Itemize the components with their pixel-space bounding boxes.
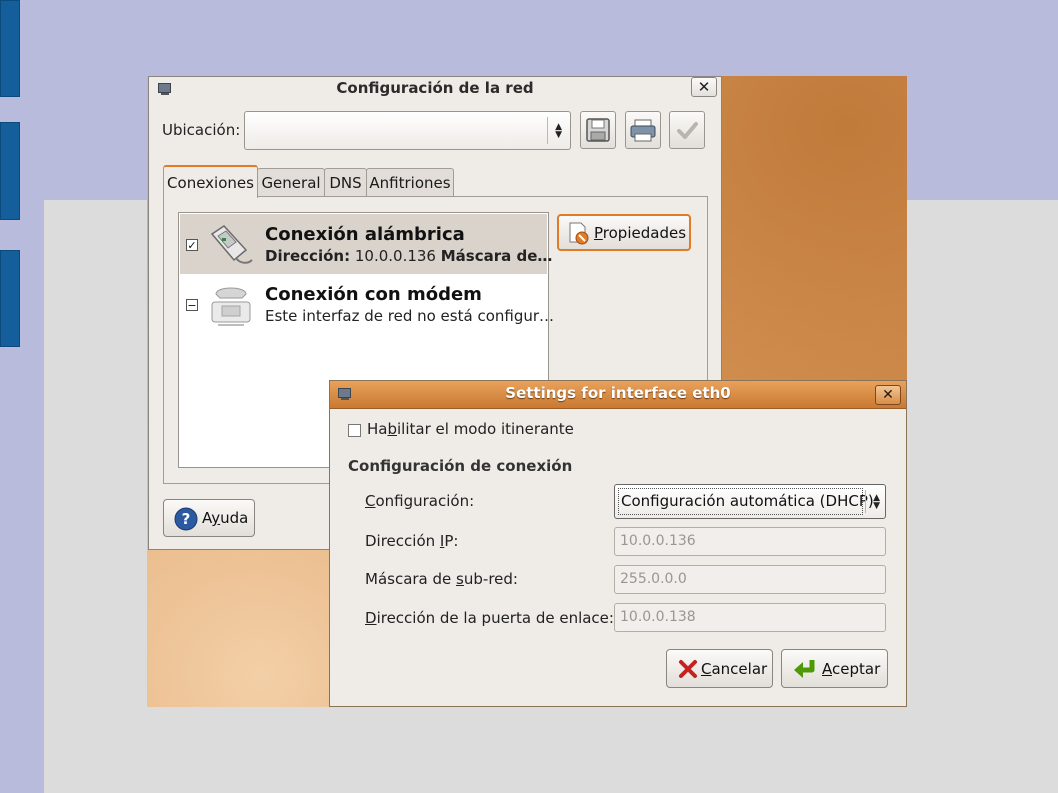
accept-button[interactable]: Aceptar xyxy=(781,649,888,688)
config-method-value: Configuración automática (DHCP) xyxy=(621,492,874,510)
subnet-mask-field[interactable]: 255.0.0.0 xyxy=(614,565,886,594)
detail-extra: Máscara de… xyxy=(440,247,553,265)
tab-dns[interactable]: DNS xyxy=(324,168,367,197)
config-label: Configuración: xyxy=(365,492,475,510)
dialog-title-bar: Settings for interface eth0 ✕ xyxy=(330,381,906,409)
close-icon[interactable]: ✕ xyxy=(875,385,901,405)
detail-ip: 10.0.0.136 xyxy=(354,247,436,265)
apply-location-button[interactable] xyxy=(669,111,705,149)
list-item-modem[interactable]: − Conexión con módem Este interfaz de re… xyxy=(180,274,554,334)
help-label: Ayuda xyxy=(202,509,249,527)
printer-icon xyxy=(630,119,656,142)
combo-arrows-icon: ▲ ▼ xyxy=(873,492,880,511)
subnet-mask-label: Máscara de sub-red: xyxy=(365,570,518,588)
tab-anfitriones[interactable]: Anfitriones xyxy=(366,168,454,197)
gateway-label: Dirección de la puerta de enlace: xyxy=(365,609,614,627)
ethernet-icon xyxy=(210,225,253,264)
save-location-button[interactable] xyxy=(580,111,616,149)
help-icon: ? xyxy=(174,507,198,531)
delete-location-button[interactable] xyxy=(625,111,661,149)
roaming-label[interactable]: Habilitar el modo itinerante xyxy=(367,420,574,438)
cancel-x-icon xyxy=(679,660,697,678)
ip-label: Dirección IP: xyxy=(365,532,459,550)
close-icon[interactable]: ✕ xyxy=(691,77,717,97)
cancel-button[interactable]: Cancelar xyxy=(666,649,773,688)
roaming-checkbox[interactable] xyxy=(348,424,361,437)
title-bar: Configuración de la red ✕ xyxy=(149,77,721,99)
accept-label: Aceptar xyxy=(822,660,881,678)
location-label: Ubicación: xyxy=(162,121,241,139)
combo-arrows-icon: ▲ ▼ xyxy=(555,121,562,140)
tab-conexiones[interactable]: Conexiones xyxy=(163,165,258,198)
connection-detail: Dirección: 10.0.0.136 Máscara de… xyxy=(265,247,552,265)
properties-label: Propiedades xyxy=(594,224,687,242)
floppy-disk-icon xyxy=(586,118,610,142)
checkmark-icon xyxy=(677,122,698,139)
svg-text:?: ? xyxy=(182,510,191,528)
tab-general[interactable]: General xyxy=(257,168,325,197)
slide-side-tab xyxy=(0,122,20,220)
enter-arrow-icon xyxy=(794,660,815,678)
location-combo[interactable]: ▲ ▼ xyxy=(244,111,571,150)
checkbox-indeterminate[interactable]: − xyxy=(186,299,198,312)
interface-settings-dialog: Settings for interface eth0 ✕ Habilitar … xyxy=(329,380,907,707)
modem-phone-icon xyxy=(211,287,251,326)
config-method-combo[interactable]: Configuración automática (DHCP) ▲ ▼ xyxy=(614,484,886,519)
slide-side-tab xyxy=(0,250,20,347)
properties-icon xyxy=(569,222,589,245)
section-title: Configuración de conexión xyxy=(348,457,573,475)
window-title: Configuración de la red xyxy=(336,79,534,97)
slide-side-tab xyxy=(0,0,20,97)
gateway-field[interactable]: 10.0.0.138 xyxy=(614,603,886,632)
dialog-title: Settings for interface eth0 xyxy=(505,384,731,402)
cancel-label: Cancelar xyxy=(701,660,768,678)
connection-detail: Este interfaz de red no está configur… xyxy=(265,307,555,325)
connection-title: Conexión con módem xyxy=(265,284,482,305)
properties-button[interactable]: Propiedades xyxy=(557,214,691,251)
help-button[interactable]: ? Ayuda xyxy=(163,499,255,537)
connection-title: Conexión alámbrica xyxy=(265,224,465,245)
ip-address-field[interactable]: 10.0.0.136 xyxy=(614,527,886,556)
list-item-wired[interactable]: ✓ Conexión alámbrica Dirección: 10.0.0.1… xyxy=(180,214,552,274)
detail-label: Dirección: xyxy=(265,247,351,265)
checkbox-checked[interactable]: ✓ xyxy=(186,239,198,252)
